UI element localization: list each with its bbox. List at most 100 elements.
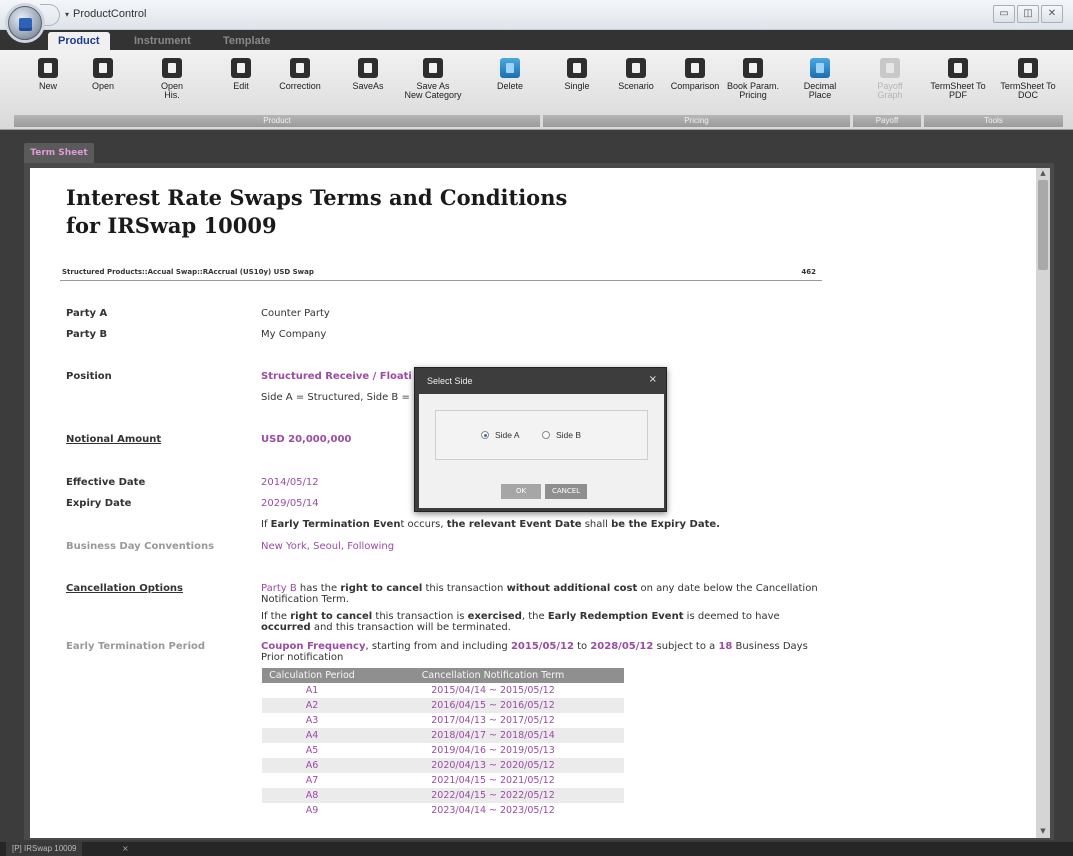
period-cell: A7 bbox=[305, 775, 319, 786]
edit-button[interactable]: Edit bbox=[211, 58, 271, 91]
app-menu-orb-icon[interactable] bbox=[8, 6, 42, 40]
business-day-conventions-value: New York, Seoul, Following bbox=[261, 541, 395, 552]
term-cell: 2017/04/13 ~ 2017/05/12 bbox=[431, 715, 555, 726]
save-as-new-category-button[interactable]: Save As New Category bbox=[403, 58, 463, 100]
payoff-graph-label: Payoff Graph bbox=[877, 81, 903, 100]
correction-button[interactable]: Correction bbox=[270, 58, 330, 91]
period-cell: A3 bbox=[305, 715, 319, 726]
open-history-label: Open His. bbox=[160, 81, 184, 100]
title-bar: ▾ ProductControl ▭ ◫ ✕ bbox=[0, 0, 1073, 30]
app-window: ▾ ProductControl ▭ ◫ ✕ Product Instrument… bbox=[0, 0, 1073, 856]
chart-icon bbox=[880, 58, 900, 78]
notional-amount-value: USD 20,000,000 bbox=[261, 434, 352, 445]
table-row: A9 2023/04/14 ~ 2023/05/12 bbox=[262, 803, 624, 818]
pdf-icon bbox=[948, 58, 968, 78]
table-row: A4 2018/04/17 ~ 2018/05/14 bbox=[262, 728, 624, 743]
table-row: A5 2019/04/16 ~ 2019/05/13 bbox=[262, 743, 624, 758]
saveas-button[interactable]: SaveAs bbox=[338, 58, 398, 91]
tab-instrument[interactable]: Instrument bbox=[124, 32, 201, 50]
table-row: A7 2021/04/15 ~ 2021/05/12 bbox=[262, 773, 624, 788]
term-cell: 2015/04/14 ~ 2015/05/12 bbox=[431, 685, 555, 696]
business-day-conventions-label: Business Day Conventions bbox=[66, 541, 215, 552]
new-button[interactable]: New bbox=[18, 58, 78, 91]
period-cell: A8 bbox=[262, 788, 362, 803]
scroll-up-icon[interactable]: ▲ bbox=[1038, 169, 1048, 179]
payoff-graph-button[interactable]: Payoff Graph bbox=[860, 58, 920, 100]
side-a-radio[interactable] bbox=[481, 431, 489, 439]
term-cell: 2020/04/13 ~ 2020/05/12 bbox=[362, 758, 624, 773]
cancel-p2-g: is deemed to have bbox=[683, 611, 780, 622]
decimal-place-button[interactable]: Decimal Place bbox=[790, 58, 850, 100]
period-cell: A1 bbox=[305, 685, 319, 696]
scroll-down-icon[interactable]: ▼ bbox=[1038, 827, 1048, 837]
tab-template[interactable]: Template bbox=[213, 32, 280, 50]
etp-d: to bbox=[573, 641, 591, 652]
book-param-icon bbox=[743, 58, 763, 78]
table-row: A3 2017/04/13 ~ 2017/05/12 bbox=[262, 713, 624, 728]
party-a-value: Counter Party bbox=[261, 308, 330, 319]
period-cell: A5 bbox=[305, 745, 319, 756]
document-tab-close-icon[interactable]: × bbox=[122, 842, 129, 856]
early-termination-period-value: Coupon Frequency, starting from and incl… bbox=[261, 641, 821, 663]
cancel-button[interactable]: CANCEL bbox=[545, 484, 587, 499]
document-tab-irswap[interactable]: [P] IRSwap 10009 bbox=[6, 842, 83, 856]
single-button[interactable]: Single bbox=[547, 58, 607, 91]
termsheet-to-doc-button[interactable]: TermSheet To DOC bbox=[998, 58, 1058, 100]
termsheet-to-pdf-button[interactable]: TermSheet To PDF bbox=[928, 58, 988, 100]
side-a-label: Side A bbox=[495, 430, 520, 440]
new-label: New bbox=[38, 81, 57, 91]
early-term-shall: shall bbox=[581, 519, 612, 530]
open-history-button[interactable]: Open His. bbox=[142, 58, 202, 100]
calculator-icon bbox=[567, 58, 587, 78]
dialog-close-icon[interactable]: × bbox=[649, 374, 657, 385]
effective-date-value: 2014/05/12 bbox=[261, 477, 319, 488]
group-pricing: Pricing bbox=[543, 115, 850, 127]
party-b-label: Party B bbox=[66, 329, 108, 340]
scroll-thumb[interactable] bbox=[1038, 180, 1048, 270]
table-row: A6 2020/04/13 ~ 2020/05/12 bbox=[262, 758, 624, 773]
early-term-prefix: If bbox=[261, 519, 271, 530]
group-payoff: Payoff bbox=[853, 115, 921, 127]
correction-label: Correction bbox=[279, 81, 321, 91]
minimize-button[interactable]: ▭ bbox=[993, 5, 1015, 23]
comparison-button[interactable]: Comparison bbox=[665, 58, 725, 91]
open-label: Open bbox=[91, 81, 115, 91]
term-cell: 2021/04/15 ~ 2021/05/12 bbox=[431, 775, 555, 786]
scenario-button[interactable]: Scenario bbox=[606, 58, 666, 91]
side-b-radio[interactable] bbox=[542, 431, 550, 439]
ok-button[interactable]: OK bbox=[501, 484, 541, 499]
book-param-pricing-button[interactable]: Book Param. Pricing bbox=[723, 58, 783, 100]
side-b-option[interactable]: Side B bbox=[542, 430, 581, 440]
folder-icon bbox=[93, 58, 113, 78]
tab-product[interactable]: Product bbox=[48, 32, 110, 50]
open-button[interactable]: Open bbox=[73, 58, 133, 91]
position-label: Position bbox=[66, 371, 112, 382]
delete-button[interactable]: Delete bbox=[480, 58, 540, 91]
cancellation-paragraph-2: If the right to cancel this transaction … bbox=[261, 611, 821, 633]
edit-icon bbox=[231, 58, 251, 78]
cancel-p1-b: has the bbox=[296, 583, 341, 594]
early-term-mid: the relevant Event Date bbox=[446, 519, 582, 530]
early-term-end: be the Expiry Date. bbox=[611, 519, 720, 530]
table-row: A8 2022/04/15 ~ 2022/05/12 bbox=[262, 788, 624, 803]
qat-dropdown-icon[interactable]: ▾ bbox=[65, 10, 69, 19]
term-cell: 2016/04/15 ~ 2016/05/12 bbox=[362, 698, 624, 713]
expiry-date-label: Expiry Date bbox=[66, 498, 132, 509]
early-term-event: Early Termination Even bbox=[270, 519, 401, 530]
cancel-p1-d: this transaction bbox=[422, 583, 507, 594]
cancellation-paragraph-1: Party B has the right to cancel this tra… bbox=[261, 583, 821, 605]
etp-start-date: 2015/05/12 bbox=[510, 641, 574, 652]
cancel-p1-e: without additional cost bbox=[506, 583, 638, 594]
party-a-label: Party A bbox=[66, 308, 108, 319]
saveas-label: SaveAs bbox=[352, 81, 384, 91]
table-row: A2 2016/04/15 ~ 2016/05/12 bbox=[262, 698, 624, 713]
cancel-p2-a: If the bbox=[261, 611, 291, 622]
open-history-icon bbox=[162, 58, 182, 78]
side-a-option[interactable]: Side A bbox=[481, 430, 520, 440]
single-label: Single bbox=[564, 81, 590, 91]
maximize-button[interactable]: ◫ bbox=[1017, 5, 1039, 23]
document-scrollbar[interactable]: ▲ ▼ bbox=[1036, 168, 1050, 838]
close-button[interactable]: ✕ bbox=[1041, 5, 1063, 23]
tab-term-sheet[interactable]: Term Sheet bbox=[24, 143, 94, 163]
position-note: Side A = Structured, Side B = bbox=[261, 392, 410, 403]
